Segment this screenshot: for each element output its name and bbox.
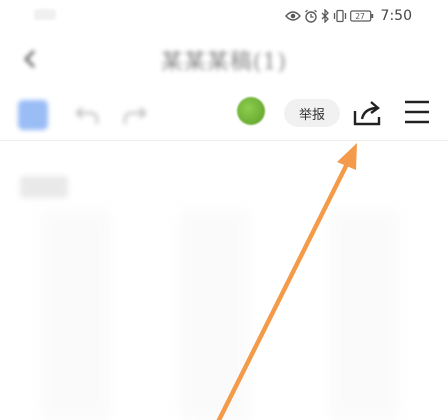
screen: 27 7:50 某某某稿(1) 举报 xyxy=(0,0,448,420)
annotation-arrow xyxy=(216,143,357,420)
